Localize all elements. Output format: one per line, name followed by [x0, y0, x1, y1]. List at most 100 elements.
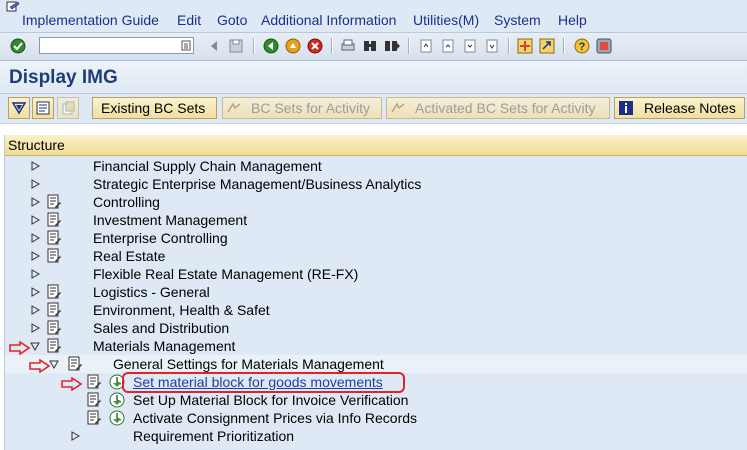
last-page-icon[interactable]	[483, 37, 501, 55]
documentation-icon[interactable]	[46, 248, 62, 264]
expand-node-icon[interactable]	[71, 431, 80, 441]
tree-row-general-settings[interactable]: General Settings for Materials Managemen…	[5, 355, 747, 373]
activated-bc-sets-label: Activated BC Sets for Activity	[415, 100, 596, 116]
tree-row[interactable]: Flexible Real Estate Management (RE-FX)	[5, 265, 747, 283]
release-notes-label: Release Notes	[644, 100, 736, 116]
tree-node-label[interactable]: Materials Management	[93, 337, 235, 355]
expand-node-icon[interactable]	[31, 233, 40, 243]
tree-row[interactable]: Investment Management	[5, 211, 747, 229]
tree-row[interactable]: Strategic Enterprise Management/Business…	[5, 175, 747, 193]
tree-row[interactable]: Set Up Material Block for Invoice Verifi…	[5, 391, 747, 409]
menu-corner-icon[interactable]	[6, 1, 20, 13]
documentation-icon[interactable]	[46, 320, 62, 336]
previous-page-icon[interactable]	[439, 37, 457, 55]
existing-bc-sets-button[interactable]: Existing BC Sets	[92, 97, 217, 119]
documentation-icon[interactable]	[46, 338, 62, 354]
tree-row[interactable]: Environment, Health & Safet	[5, 301, 747, 319]
find-icon[interactable]	[361, 37, 379, 55]
menu-edit[interactable]: Edit	[177, 12, 201, 28]
tree-row[interactable]: Enterprise Controlling	[5, 229, 747, 247]
expand-node-icon[interactable]	[31, 197, 40, 207]
expand-node-icon[interactable]	[31, 215, 40, 225]
tree-row[interactable]: Activate Consignment Prices via Info Rec…	[5, 409, 747, 427]
command-field-dropdown-icon[interactable]	[181, 40, 191, 51]
back-icon[interactable]	[262, 37, 280, 55]
find-next-icon[interactable]	[383, 37, 401, 55]
where-used-icon	[62, 101, 75, 115]
release-notes-button[interactable]: Release Notes	[614, 97, 745, 119]
expand-node-icon[interactable]	[31, 179, 40, 189]
customize-layout-icon[interactable]	[595, 37, 613, 55]
activated-bc-sets-button[interactable]: Activated BC Sets for Activity	[386, 97, 610, 119]
where-used-button[interactable]	[57, 97, 79, 119]
shortcut-icon[interactable]	[538, 37, 556, 55]
tree-row[interactable]: Controlling	[5, 193, 747, 211]
documentation-icon[interactable]	[67, 356, 83, 372]
scroll-left-icon[interactable]	[206, 37, 224, 55]
documentation-icon[interactable]	[86, 374, 102, 390]
collapse-node-icon[interactable]	[30, 342, 40, 351]
first-page-icon[interactable]	[417, 37, 435, 55]
documentation-icon[interactable]	[46, 194, 62, 210]
tree-node-label[interactable]: General Settings for Materials Managemen…	[113, 355, 384, 373]
tree-node-label[interactable]: Requirement Prioritization	[133, 427, 294, 445]
next-page-icon[interactable]	[461, 37, 479, 55]
annotation-highlight-box	[122, 372, 405, 393]
documentation-icon[interactable]	[46, 302, 62, 318]
tree-node-label[interactable]: Flexible Real Estate Management (RE-FX)	[93, 265, 358, 283]
tree-node-label[interactable]: Controlling	[93, 193, 160, 211]
tree-row[interactable]: Real Estate	[5, 247, 747, 265]
tree-node-label[interactable]: Environment, Health & Safet	[93, 301, 270, 319]
tree-row[interactable]: Requirement Prioritization	[5, 427, 747, 445]
menu-additional-information[interactable]: Additional Information	[261, 12, 396, 28]
menu-utilities[interactable]: Utilities(M)	[413, 12, 479, 28]
info-icon	[619, 101, 633, 115]
tree-row[interactable]: Financial Supply Chain Management	[5, 157, 747, 175]
toolbar-separator	[253, 38, 255, 54]
tree-node-label[interactable]: Financial Supply Chain Management	[93, 157, 322, 175]
tree-row-materials-management[interactable]: Materials Management	[5, 337, 747, 355]
tree-node-label[interactable]: Real Estate	[93, 247, 165, 265]
cancel-icon[interactable]	[306, 37, 324, 55]
tree-node-label[interactable]: Strategic Enterprise Management/Business…	[93, 175, 421, 193]
expand-node-icon[interactable]	[31, 269, 40, 279]
tree-node-label[interactable]: Enterprise Controlling	[93, 229, 228, 247]
menu-implementation-guide[interactable]: Implementation Guide	[22, 12, 159, 28]
documentation-icon[interactable]	[86, 392, 102, 408]
command-field[interactable]	[39, 37, 194, 54]
expand-subtree-button[interactable]	[8, 97, 30, 119]
menu-goto[interactable]: Goto	[217, 12, 247, 28]
menu-help[interactable]: Help	[558, 12, 587, 28]
enter-check-icon[interactable]	[9, 37, 27, 55]
tree-node-label[interactable]: Sales and Distribution	[93, 319, 229, 337]
tree-row[interactable]: Sales and Distribution	[5, 319, 747, 337]
save-icon[interactable]	[227, 37, 245, 55]
print-icon[interactable]	[339, 37, 357, 55]
execute-activity-icon[interactable]	[109, 410, 125, 426]
documentation-button[interactable]	[32, 97, 54, 119]
tree-node-label[interactable]: Set Up Material Block for Invoice Verifi…	[133, 391, 408, 409]
tree-node-label[interactable]: Activate Consignment Prices via Info Rec…	[133, 409, 417, 427]
expand-node-icon[interactable]	[31, 287, 40, 297]
documentation-icon[interactable]	[46, 230, 62, 246]
toolbar-separator	[563, 38, 565, 54]
menu-system[interactable]: System	[494, 12, 541, 28]
documentation-icon[interactable]	[46, 284, 62, 300]
documentation-icon[interactable]	[86, 410, 102, 426]
expand-node-icon[interactable]	[31, 305, 40, 315]
execute-activity-icon[interactable]	[109, 392, 125, 408]
annotation-arrow-icon	[61, 377, 83, 391]
tree-node-label[interactable]: Investment Management	[93, 211, 247, 229]
expand-node-icon[interactable]	[31, 323, 40, 333]
expand-node-icon[interactable]	[31, 251, 40, 261]
documentation-icon[interactable]	[46, 212, 62, 228]
exit-icon[interactable]	[284, 37, 302, 55]
tree-row[interactable]: Logistics - General	[5, 283, 747, 301]
bc-sets-for-activity-button[interactable]: BC Sets for Activity	[222, 97, 382, 119]
tree-node-label[interactable]: Logistics - General	[93, 283, 210, 301]
help-icon[interactable]: ?	[573, 37, 591, 55]
bc-sets-for-activity-label: BC Sets for Activity	[251, 100, 371, 116]
create-session-icon[interactable]	[516, 37, 534, 55]
expand-node-icon[interactable]	[31, 161, 40, 171]
annotation-arrow-icon	[29, 359, 51, 373]
